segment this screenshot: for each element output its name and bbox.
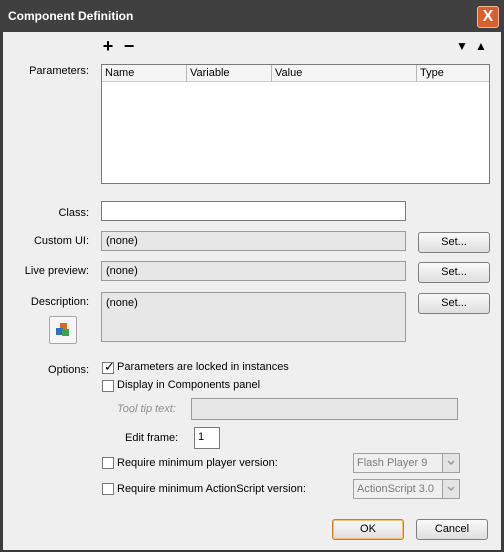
add-parameter-button[interactable]: + [100,37,116,55]
custom-ui-label: Custom UI: [33,235,89,247]
edit-frame-label: Edit frame: [125,432,179,444]
custom-ui-value: (none) [101,231,406,251]
min-actionscript-selected: ActionScript 3.0 [357,483,435,495]
component-icon [56,323,69,336]
move-down-button[interactable]: ▼ [454,38,470,54]
chevron-down-icon [442,454,459,472]
column-header-name[interactable]: Name [102,65,187,82]
title-bar: Component Definition X [0,0,504,32]
parameters-label: Parameters: [29,65,89,77]
class-label: Class: [58,207,89,219]
remove-parameter-button[interactable]: − [121,37,137,55]
live-preview-label: Live preview: [24,265,89,277]
parameters-table[interactable]: Name Variable Value Type [101,64,490,184]
column-header-type[interactable]: Type [417,65,489,82]
dialog-title: Component Definition [8,9,134,23]
cancel-button[interactable]: Cancel [416,519,488,540]
live-preview-value: (none) [101,261,406,281]
display-in-panel-label: Display in Components panel [117,379,261,391]
live-preview-set-button[interactable]: Set... [418,262,490,283]
ok-button[interactable]: OK [332,519,404,540]
component-definition-dialog: Component Definition X + − ▼ ▲ Parameter… [0,0,504,552]
tooltip-text-input [191,398,458,420]
min-player-label: Require minimum player version: [117,457,278,469]
chevron-down-icon [442,480,459,498]
component-icon-button[interactable] [49,316,77,344]
min-actionscript-checkbox[interactable] [102,483,114,495]
column-header-variable[interactable]: Variable [187,65,272,82]
display-in-panel-checkbox[interactable] [102,380,114,392]
dialog-body: + − ▼ ▲ Parameters: Name Variable Value … [3,32,501,550]
close-button[interactable]: X [477,6,499,28]
min-player-checkbox[interactable] [102,457,114,469]
min-player-select: Flash Player 9 [353,453,460,473]
column-header-value[interactable]: Value [272,65,417,82]
edit-frame-input[interactable]: 1 [194,427,220,449]
custom-ui-set-button[interactable]: Set... [418,232,490,253]
move-up-button[interactable]: ▲ [473,38,489,54]
min-player-selected: Flash Player 9 [357,457,428,469]
min-actionscript-select: ActionScript 3.0 [353,479,460,499]
description-set-button[interactable]: Set... [418,293,490,314]
tooltip-text-label: Tool tip text: [117,403,176,415]
locked-in-instances-checkbox[interactable]: ✓ [102,359,115,374]
description-label: Description: [30,296,89,308]
locked-in-instances-label: Parameters are locked in instances [117,361,289,373]
class-input[interactable] [101,201,406,221]
description-value: (none) [101,292,406,342]
options-label: Options: [48,364,89,376]
min-actionscript-label: Require minimum ActionScript version: [117,483,306,495]
